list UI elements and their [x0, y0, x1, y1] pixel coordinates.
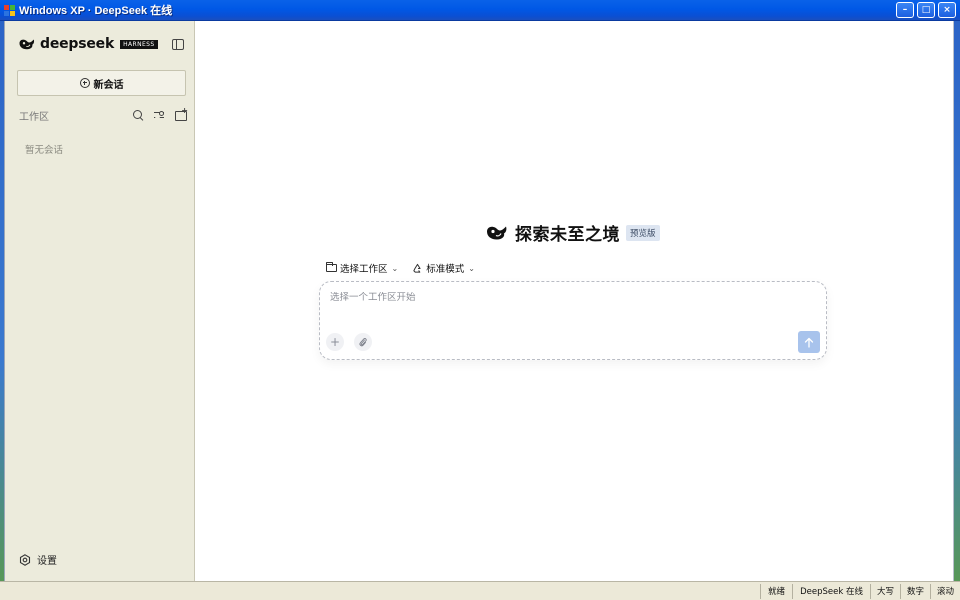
workspace-tools	[132, 106, 188, 121]
chevron-down-icon: ⌄	[468, 263, 475, 273]
workspace-label: 工作区	[19, 111, 49, 123]
deepseek-whale-icon	[19, 39, 35, 50]
maximize-button[interactable]: □	[917, 2, 935, 18]
attach-button[interactable]	[354, 333, 372, 351]
app-window: Windows XP · DeepSeek 在线 – □ × deepseek …	[0, 0, 960, 600]
brand-header: deepseek HARNESS	[5, 21, 194, 67]
status-online: DeepSeek 在线	[792, 583, 870, 599]
main-panel: 探索未至之境 预览版 选择工作区 ⌄ 标准模式 ⌄ 选择一个工作区开始 +	[195, 21, 954, 581]
chevron-down-icon: ⌄	[391, 263, 399, 273]
send-button[interactable]	[798, 331, 820, 353]
mode-cycle-icon	[413, 263, 421, 273]
workspace-header: 工作区	[5, 106, 194, 123]
close-button[interactable]: ×	[938, 2, 956, 18]
composer-selectors: 选择工作区 ⌄ 标准模式 ⌄	[325, 261, 475, 275]
arrow-up-icon	[804, 337, 814, 348]
window-title: Windows XP · DeepSeek 在线	[19, 5, 173, 17]
workspace-select[interactable]: 选择工作区 ⌄	[325, 261, 399, 275]
gear-icon	[19, 553, 31, 566]
hero-title: 探索未至之境	[515, 225, 620, 245]
new-folder-icon[interactable]	[174, 106, 188, 121]
mode-select-label: 标准模式	[426, 264, 465, 275]
status-scroll: 滚动	[929, 583, 960, 599]
status-caps: 大写	[869, 583, 900, 599]
window-controls: – □ ×	[896, 2, 956, 18]
hero: 探索未至之境 预览版	[485, 220, 660, 245]
preview-badge: 预览版	[626, 224, 660, 241]
new-chat-label: 新会话	[93, 79, 124, 91]
settings-button[interactable]: 设置	[19, 552, 57, 567]
paperclip-icon	[359, 337, 367, 346]
minimize-button[interactable]: –	[896, 2, 914, 18]
mode-select[interactable]: 标准模式 ⌄	[412, 261, 475, 275]
workspace-select-label: 选择工作区	[340, 264, 388, 275]
plus-circle-icon	[79, 78, 90, 88]
client-area: deepseek HARNESS 新会话 工作区 暂无会话	[4, 21, 954, 581]
windows-logo-icon	[4, 4, 15, 16]
brand-tag: HARNESS	[120, 39, 158, 49]
empty-conversations-text: 暂无会话	[25, 145, 64, 156]
plus-icon: +	[329, 335, 341, 349]
settings-label: 设置	[37, 556, 57, 567]
filter-icon[interactable]	[153, 109, 165, 121]
brand-name: deepseek	[40, 36, 115, 52]
deepseek-whale-icon	[487, 226, 507, 240]
composer: +	[319, 281, 827, 360]
add-button[interactable]: +	[326, 333, 344, 351]
status-ready: 就绪	[760, 583, 792, 599]
title-bar[interactable]: Windows XP · DeepSeek 在线 – □ ×	[0, 0, 960, 21]
message-input[interactable]	[330, 292, 816, 303]
search-icon[interactable]	[132, 109, 144, 121]
sidebar: deepseek HARNESS 新会话 工作区 暂无会话	[5, 21, 195, 581]
status-bar: 就绪 DeepSeek 在线 大写 数字 滚动	[0, 581, 960, 600]
new-chat-button[interactable]: 新会话	[17, 70, 186, 96]
status-num: 数字	[899, 583, 930, 599]
sidebar-collapse-icon[interactable]	[172, 38, 184, 50]
folder-icon	[325, 262, 337, 272]
